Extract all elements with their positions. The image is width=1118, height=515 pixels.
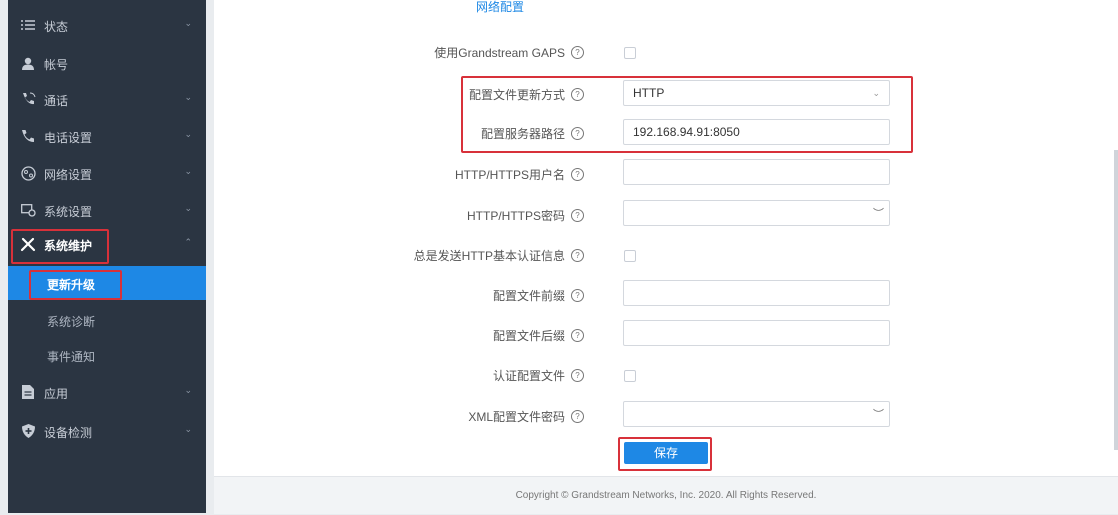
auth-config-checkbox[interactable] [624,370,636,382]
tools-icon [20,236,36,252]
phone-icon [20,128,36,144]
config-prefix-label-text: 配置文件前缀 [492,289,565,303]
footer: Copyright © Grandstream Networks, Inc. 2… [214,476,1118,514]
help-icon[interactable]: ? [571,127,584,140]
help-icon[interactable]: ? [571,410,584,423]
chevron-down-icon: ⌄ [872,88,880,98]
sidebar: 状态 ⌄ 帐号 通话 ⌄ 电话设置 ⌄ 网络设置 ⌄ 系统设置 ⌄ 系统维护 ⌃… [8,0,206,513]
auth-config-label-text: 认证配置文件 [492,369,565,383]
always-auth-label-text: 总是发送HTTP基本认证信息 [413,249,565,263]
list-icon [20,17,36,33]
sidebar-item-label: 状态 [44,20,69,34]
help-icon[interactable]: ? [571,88,584,101]
sidebar-item-device-check[interactable]: 设备检测 ⌄ [8,413,206,449]
sidebar-item-account[interactable]: 帐号 [8,45,206,81]
main-panel: 网络配置 使用Grandstream GAPS ? 配置文件更新方式 ? HTT… [214,0,1118,476]
xml-password-label-text: XML配置文件密码 [468,410,565,424]
sidebar-item-label: 网络设置 [44,168,93,182]
chevron-down-icon: ⌄ [184,129,192,139]
document-icon [20,384,36,400]
sidebar-subitem-label: 更新升级 [47,278,96,292]
http-password-label-text: HTTP/HTTPS密码 [467,209,565,223]
chevron-down-icon: ⌄ [184,92,192,102]
sidebar-item-system-maintenance[interactable]: 系统维护 ⌃ [8,226,206,262]
config-prefix-input[interactable] [623,280,890,306]
sidebar-item-applications[interactable]: 应用 ⌄ [8,374,206,410]
http-username-label-text: HTTP/HTTPS用户名 [455,168,565,182]
auth-config-label: 认证配置文件 ? [493,367,584,384]
help-icon[interactable]: ? [571,209,584,222]
config-postfix-label: 配置文件后缀 ? [493,327,584,344]
sidebar-item-status[interactable]: 状态 ⌄ [8,7,206,43]
upgrade-method-label-text: 配置文件更新方式 [468,88,565,102]
chevron-down-icon: ⌄ [184,424,192,434]
chevron-down-icon: ⌄ [184,385,192,395]
copyright-text: Copyright © Grandstream Networks, Inc. 2… [515,490,817,501]
sidebar-item-system-settings[interactable]: 系统设置 ⌄ [8,192,206,228]
sidebar-subitem-upgrade[interactable]: 更新升级 [8,266,206,300]
call-icon [20,91,36,107]
save-button[interactable]: 保存 [624,442,708,464]
server-path-label: 配置服务器路径 ? [481,125,584,142]
http-password-label: HTTP/HTTPS密码 ? [467,207,584,224]
scrollbar[interactable] [1114,150,1118,450]
system-settings-icon [20,202,36,218]
config-prefix-label: 配置文件前缀 ? [493,287,584,304]
http-username-label: HTTP/HTTPS用户名 ? [455,166,584,183]
server-path-label-text: 配置服务器路径 [480,127,565,141]
shield-icon [20,423,36,439]
sidebar-subitem-event-notification[interactable]: 事件通知 [8,338,206,372]
gaps-checkbox[interactable] [624,47,636,59]
gaps-label-text: 使用Grandstream GAPS [434,46,565,60]
chevron-down-icon: ⌄ [184,203,192,213]
upgrade-method-select[interactable]: HTTP ⌄ [623,80,890,106]
gaps-label: 使用Grandstream GAPS ? [434,44,584,61]
http-username-input[interactable] [623,159,890,185]
server-path-input[interactable]: 192.168.94.91:8050 [623,119,890,145]
sidebar-subitem-label: 事件通知 [47,350,96,364]
xml-password-input[interactable]: ︶ [623,401,890,427]
chevron-down-icon: ⌄ [184,166,192,176]
xml-password-label: XML配置文件密码 ? [468,408,584,425]
chevron-up-icon: ⌃ [184,237,192,247]
config-postfix-label-text: 配置文件后缀 [492,329,565,343]
sidebar-item-network-settings[interactable]: 网络设置 ⌄ [8,155,206,191]
sidebar-item-label: 电话设置 [44,131,93,145]
sidebar-item-label: 应用 [44,387,69,401]
eye-closed-icon[interactable]: ︶ [873,202,884,226]
chevron-down-icon: ⌄ [184,18,192,28]
http-password-input[interactable]: ︶ [623,200,890,226]
help-icon[interactable]: ? [571,46,584,59]
network-icon [20,165,36,181]
sidebar-subitem-diagnostics[interactable]: 系统诊断 [8,303,206,337]
help-icon[interactable]: ? [571,289,584,302]
sidebar-item-label: 通话 [44,94,69,108]
sidebar-subitem-label: 系统诊断 [47,315,96,329]
sidebar-item-label: 系统设置 [44,205,93,219]
config-postfix-input[interactable] [623,320,890,346]
server-path-value: 192.168.94.91:8050 [633,125,740,139]
help-icon[interactable]: ? [571,249,584,262]
sidebar-item-phone-settings[interactable]: 电话设置 ⌄ [8,118,206,154]
upgrade-method-label: 配置文件更新方式 ? [469,86,584,103]
upgrade-method-value: HTTP [633,86,665,100]
user-icon [20,55,36,71]
always-auth-label: 总是发送HTTP基本认证信息 ? [414,247,584,264]
sidebar-item-calls[interactable]: 通话 ⌄ [8,81,206,117]
sidebar-item-label: 帐号 [44,58,69,72]
help-icon[interactable]: ? [571,168,584,181]
eye-closed-icon[interactable]: ︶ [873,403,884,427]
section-title: 网络配置 [476,0,525,14]
sidebar-item-label: 系统维护 [44,239,93,253]
always-auth-checkbox[interactable] [624,250,636,262]
sidebar-item-label: 设备检测 [44,426,93,440]
help-icon[interactable]: ? [571,369,584,382]
help-icon[interactable]: ? [571,329,584,342]
